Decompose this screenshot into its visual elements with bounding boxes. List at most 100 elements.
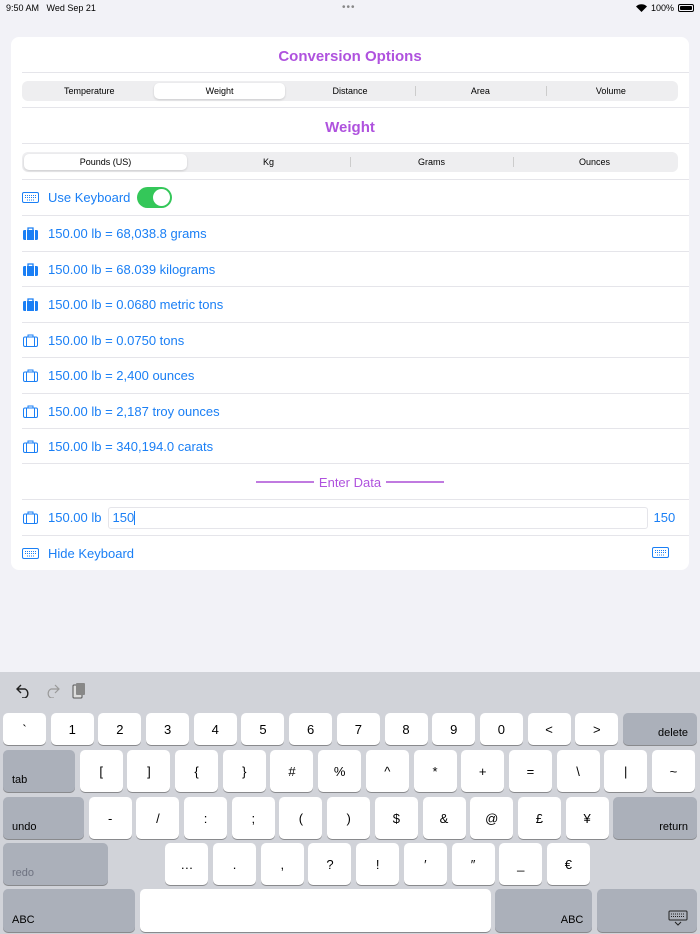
entry-unit-prefix: 150.00 lb [48, 510, 102, 525]
tab-weight[interactable]: Weight [154, 83, 285, 99]
multitasking-dots[interactable]: ••• [342, 2, 356, 13]
key[interactable]: % [318, 750, 362, 792]
briefcase-outline-icon [22, 511, 39, 524]
key[interactable]: ^ [365, 750, 409, 792]
key[interactable]: ″ [451, 843, 495, 885]
key[interactable]: … [165, 843, 209, 885]
key[interactable]: € [546, 843, 590, 885]
briefcase-filled-icon [22, 227, 39, 240]
abc-key-left[interactable]: ABC [3, 889, 135, 932]
hide-keyboard-button[interactable]: Hide Keyboard [22, 536, 689, 571]
tab-temperature[interactable]: Temperature [24, 83, 154, 99]
key[interactable]: | [604, 750, 648, 792]
undo-icon[interactable] [16, 684, 32, 698]
unit-tab-0[interactable]: Pounds (US) [24, 154, 187, 170]
undo-key[interactable]: undo [3, 797, 84, 839]
tab-area[interactable]: Area [415, 83, 545, 99]
enter-data-label: Enter Data [318, 474, 382, 490]
tab-volume[interactable]: Volume [545, 83, 676, 99]
abc-key-right[interactable]: ABC [495, 889, 593, 932]
key[interactable]: ! [356, 843, 400, 885]
key[interactable]: : [184, 797, 228, 839]
key[interactable]: 7 [336, 713, 380, 745]
result-row: 150.00 lb = 2,400 ounces [22, 358, 689, 393]
key[interactable]: ) [327, 797, 371, 839]
result-row: 150.00 lb = 340,194.0 carats [22, 429, 689, 464]
key[interactable]: ] [127, 750, 171, 792]
value-input[interactable]: 150 [107, 506, 648, 529]
unit-tab-3[interactable]: Ounces [513, 154, 676, 170]
key[interactable]: 6 [289, 713, 333, 745]
key[interactable]: 8 [384, 713, 428, 745]
unit-tab-1[interactable]: Kg [187, 154, 350, 170]
page-title: Conversion Options [278, 48, 422, 65]
key[interactable]: . [213, 843, 257, 885]
entry-echo-value: 150 [653, 510, 676, 525]
result-row: 150.00 lb = 0.0750 tons [22, 323, 689, 358]
space-key[interactable] [139, 889, 491, 932]
key[interactable]: } [222, 750, 266, 792]
key[interactable]: @ [470, 797, 514, 839]
status-bar: 9:50 AM Wed Sep 21 ••• 100% [0, 0, 700, 16]
briefcase-outline-icon [22, 405, 39, 418]
enter-data-row: 150.00 lb 150 150 [22, 500, 689, 535]
key[interactable]: 0 [479, 713, 523, 745]
key[interactable]: ′ [403, 843, 447, 885]
key[interactable]: & [422, 797, 466, 839]
key[interactable]: $ [374, 797, 418, 839]
key[interactable]: £ [517, 797, 561, 839]
paste-icon[interactable] [72, 682, 86, 699]
key[interactable]: ( [279, 797, 323, 839]
key[interactable]: _ [499, 843, 543, 885]
keyboard-icon [22, 192, 39, 203]
briefcase-filled-icon [22, 298, 39, 311]
key[interactable]: ¥ [565, 797, 609, 839]
key[interactable]: , [260, 843, 304, 885]
key[interactable]: \ [556, 750, 600, 792]
key[interactable]: * [413, 750, 457, 792]
result-text: 150.00 lb = 0.0680 metric tons [48, 297, 224, 312]
result-text: 150.00 lb = 2,187 troy ounces [48, 403, 220, 419]
result-text: 150.00 lb = 68,038.8 grams [48, 226, 207, 241]
result-row: 150.00 lb = 68.039 kilograms [22, 252, 689, 287]
key[interactable]: + [461, 750, 505, 792]
key[interactable]: = [508, 750, 552, 792]
key[interactable]: 5 [241, 713, 285, 745]
tab-distance[interactable]: Distance [285, 83, 415, 99]
keyboard: ` 1 2 3 4 5 6 7 8 9 0 < > delete tab[]{} #% ^ * + = \ | ~ und… [0, 672, 700, 934]
key[interactable]: 4 [193, 713, 237, 745]
key[interactable]: 2 [98, 713, 142, 745]
key[interactable]: 1 [50, 713, 94, 745]
keyboard-icon[interactable] [652, 546, 669, 561]
key[interactable]: < [527, 713, 571, 745]
use-keyboard-label: Use Keyboard [48, 190, 131, 205]
dismiss-keyboard-key[interactable] [597, 889, 697, 932]
redo-icon[interactable] [44, 684, 60, 698]
key[interactable]: ` [3, 713, 46, 745]
redo-key[interactable]: redo [3, 843, 108, 885]
key[interactable]: > [575, 713, 619, 745]
key[interactable]: / [136, 797, 180, 839]
result-text: 150.00 lb = 2,400 ounces [48, 368, 195, 383]
key[interactable]: 3 [146, 713, 190, 745]
keyboard-icon [22, 548, 39, 559]
key[interactable]: ; [231, 797, 275, 839]
hide-keyboard-label: Hide Keyboard [48, 546, 134, 561]
key[interactable]: # [270, 750, 314, 792]
battery-icon [678, 4, 694, 12]
delete-key[interactable]: delete [622, 713, 697, 745]
key[interactable]: [ [79, 750, 123, 792]
unit-tab-2[interactable]: Grams [350, 154, 513, 170]
briefcase-outline-icon [22, 334, 39, 347]
key[interactable]: 9 [432, 713, 476, 745]
key[interactable]: - [88, 797, 132, 839]
tab-key[interactable]: tab [3, 750, 75, 792]
return-key[interactable]: return [613, 797, 697, 839]
key[interactable]: { [175, 750, 219, 792]
result-row: 150.00 lb = 2,187 troy ounces [22, 394, 689, 429]
key[interactable]: ? [308, 843, 352, 885]
key[interactable]: ~ [651, 750, 695, 792]
use-keyboard-toggle[interactable] [137, 187, 173, 208]
briefcase-outline-icon [22, 369, 39, 382]
